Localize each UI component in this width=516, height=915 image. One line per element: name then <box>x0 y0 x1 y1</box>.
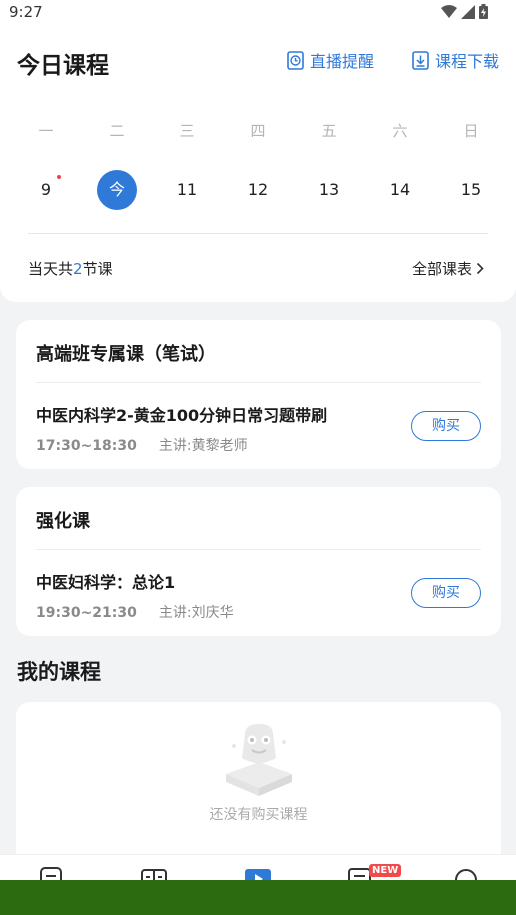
calendar-date-today[interactable]: 今 <box>97 170 137 210</box>
screen: 9:27 今日课程 直播提醒 课程下载 一 二 三 四 五 六 日 9 今 11… <box>0 0 516 915</box>
my-courses-title: 我的课程 <box>17 660 101 684</box>
empty-box-illustration-icon <box>226 724 292 796</box>
calendar-date[interactable]: 15 <box>451 170 491 210</box>
wifi-icon <box>441 4 457 18</box>
weekday-label: 六 <box>392 122 408 140</box>
system-bar <box>0 880 516 915</box>
calendar-date[interactable]: 12 <box>238 170 278 210</box>
lesson-time: 19:30~21:30 <box>36 605 137 621</box>
clock-icon <box>287 50 304 70</box>
course-download-label: 课程下载 <box>435 52 500 71</box>
lesson-meta: 19:30~21:30 主讲:刘庆华 <box>36 602 234 622</box>
weekday-label: 四 <box>250 122 266 140</box>
status-icons <box>441 4 488 19</box>
course-card: 强化课 中医妇科学：总论1 19:30~21:30 主讲:刘庆华 购买 <box>16 487 501 636</box>
class-count: 2 <box>73 260 83 278</box>
lesson-teacher: 主讲:黄黎老师 <box>158 438 248 454</box>
download-icon <box>412 50 429 70</box>
class-count-summary: 当天共2节课 <box>28 258 113 279</box>
lesson-title[interactable]: 中医内科学2-黄金100分钟日常习题带刷 <box>36 402 327 426</box>
my-courses-empty-card: 还没有购买课程 <box>16 702 501 872</box>
weekday-label: 三 <box>179 122 195 140</box>
weekday-label: 二 <box>109 122 125 140</box>
live-reminder-button[interactable]: 直播提醒 <box>287 48 374 72</box>
course-card: 高端班专属课（笔试） 中医内科学2-黄金100分钟日常习题带刷 17:30~18… <box>16 320 501 469</box>
weekday-label: 日 <box>463 122 479 140</box>
divider <box>36 382 481 383</box>
new-badge: NEW <box>369 864 402 877</box>
status-bar: 9:27 <box>0 0 516 26</box>
battery-icon <box>479 4 488 19</box>
buy-button[interactable]: 购买 <box>411 578 481 608</box>
summary-suffix: 节课 <box>82 260 113 278</box>
all-schedule-label: 全部课表 <box>411 260 472 278</box>
all-schedule-link[interactable]: 全部课表 <box>412 258 484 279</box>
divider <box>28 233 488 234</box>
weekday-label: 一 <box>38 122 54 140</box>
signal-icon <box>461 4 475 19</box>
lesson-time: 17:30~18:30 <box>36 438 137 454</box>
today-panel: 今日课程 直播提醒 课程下载 一 二 三 四 五 六 日 9 今 11 12 1… <box>0 26 516 302</box>
page-title: 今日课程 <box>17 53 109 79</box>
weekday-label: 五 <box>321 122 337 140</box>
calendar-date[interactable]: 13 <box>309 170 349 210</box>
lesson-teacher: 主讲:刘庆华 <box>158 605 234 621</box>
live-reminder-label: 直播提醒 <box>310 52 375 71</box>
lesson-title[interactable]: 中医妇科学：总论1 <box>36 569 175 593</box>
course-download-button[interactable]: 课程下载 <box>412 48 499 72</box>
buy-button[interactable]: 购买 <box>411 411 481 441</box>
course-category-title: 高端班专属课（笔试） <box>36 344 216 365</box>
summary-prefix: 当天共 <box>28 260 74 278</box>
calendar-date[interactable]: 14 <box>380 170 420 210</box>
status-time: 9:27 <box>9 3 43 21</box>
calendar-date[interactable]: 11 <box>167 170 207 210</box>
lesson-meta: 17:30~18:30 主讲:黄黎老师 <box>36 435 248 455</box>
chevron-right-icon <box>476 262 484 275</box>
course-category-title: 强化课 <box>36 511 90 532</box>
empty-message: 还没有购买课程 <box>209 807 308 823</box>
divider <box>36 549 481 550</box>
has-class-dot <box>57 175 61 179</box>
